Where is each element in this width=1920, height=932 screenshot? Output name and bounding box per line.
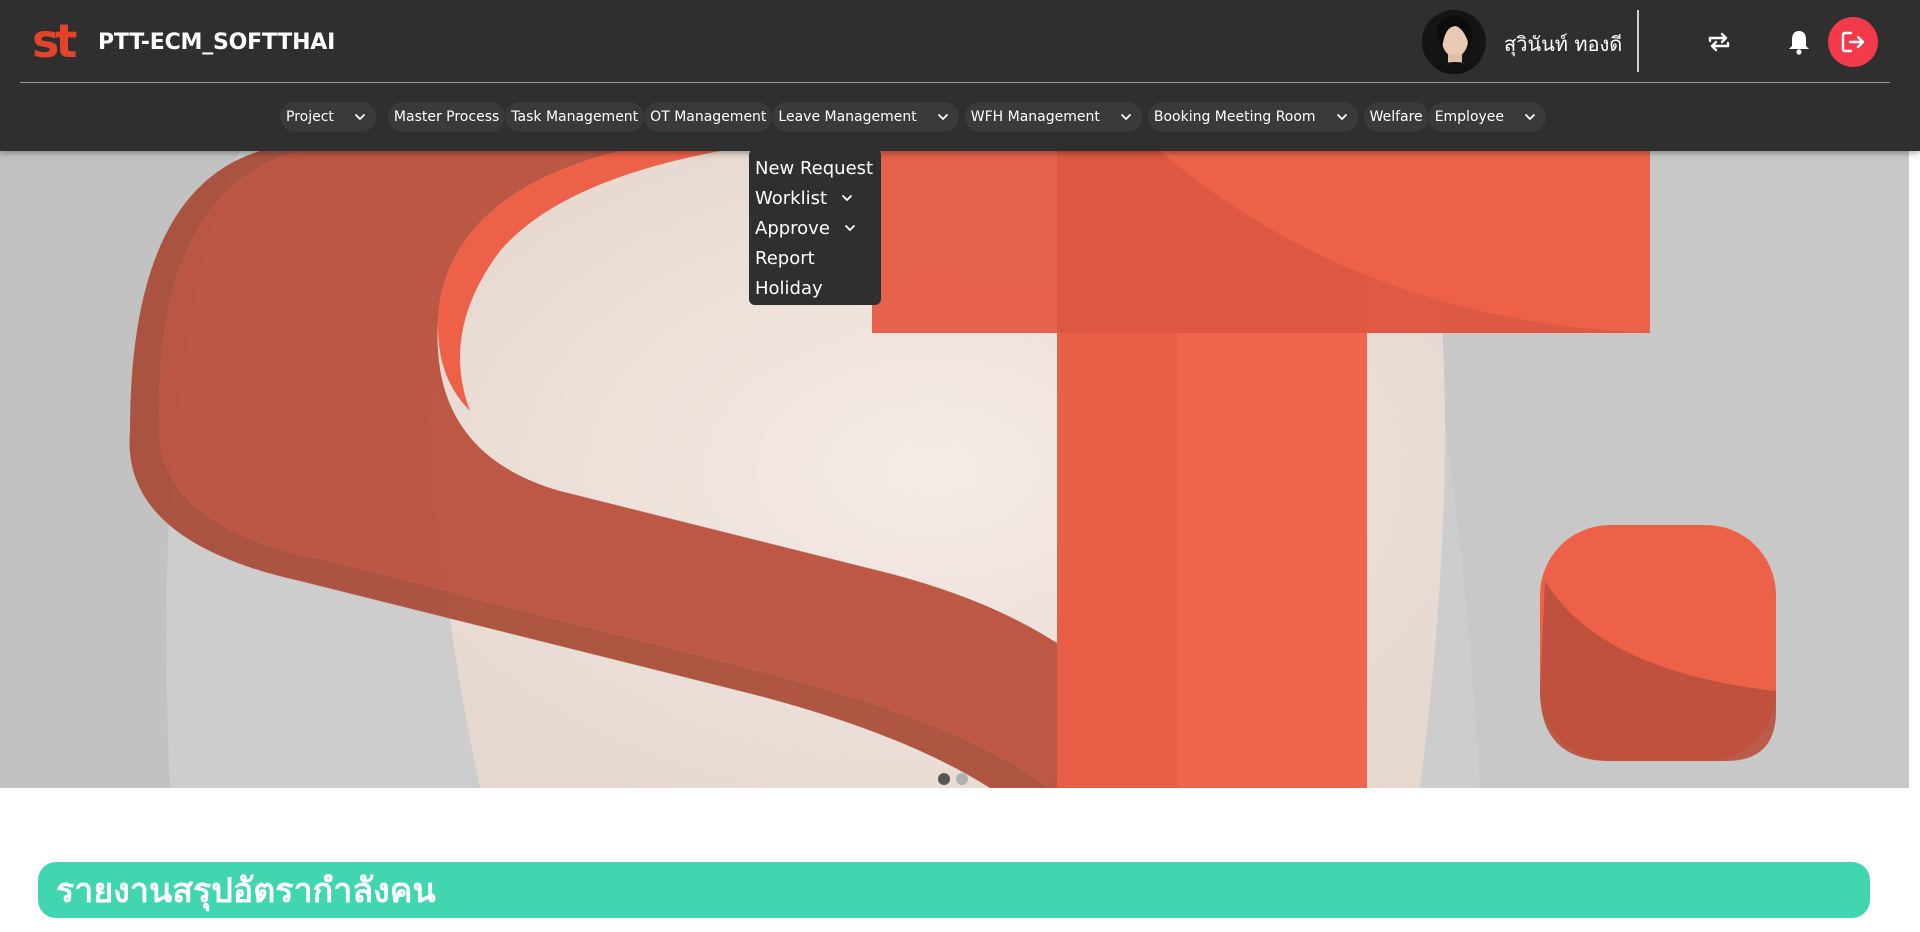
section-title: รายงานสรุปอัตรากำลังคน: [56, 871, 436, 911]
menu-item-label: Holiday: [755, 277, 823, 299]
menu-item-new-request[interactable]: New Request: [755, 153, 875, 183]
brand[interactable]: st PTT-ECM_SOFTTHAI: [32, 14, 335, 70]
nav-item-label: Welfare: [1369, 109, 1423, 125]
avatar-image: [1422, 10, 1486, 74]
main-nav: Project Master Process Task Management O…: [280, 102, 1547, 132]
menu-item-label: Report: [755, 247, 815, 269]
nav-item-label: Project: [286, 109, 334, 125]
brand-name: PTT-ECM_SOFTTHAI: [98, 29, 336, 55]
menu-item-label: Worklist: [755, 187, 828, 209]
nav-item-ot-management[interactable]: OT Management: [644, 102, 773, 132]
carousel-indicators: [938, 773, 968, 785]
user-name: สุวินันท์ ทองดี: [1504, 32, 1623, 56]
nav-item-wfh-management[interactable]: WFH Management: [964, 102, 1142, 132]
chevron-down-icon: [844, 220, 860, 236]
nav-item-welfare[interactable]: Welfare: [1363, 102, 1429, 132]
nav-item-master-process[interactable]: Master Process: [387, 102, 506, 132]
top-header: st PTT-ECM_SOFTTHAI สุวินันท์ ทองดี Proj…: [0, 0, 1920, 151]
header-separator: [1637, 10, 1639, 72]
brand-logo: st: [32, 19, 80, 65]
nav-item-leave-management[interactable]: Leave Management: [772, 102, 959, 132]
hero-image: [0, 151, 1909, 788]
menu-item-holiday[interactable]: Holiday: [755, 273, 875, 303]
swap-icon[interactable]: [1699, 22, 1739, 62]
header-divider: [20, 82, 1890, 83]
nav-item-employee[interactable]: Employee: [1428, 102, 1547, 132]
nav-item-label: OT Management: [650, 109, 767, 125]
chevron-down-icon: [1332, 107, 1352, 127]
nav-item-label: Master Process: [393, 109, 500, 125]
chevron-down-icon: [933, 107, 953, 127]
nav-item-label: Leave Management: [778, 109, 917, 125]
chevron-down-icon: [1116, 107, 1136, 127]
carousel-dot-active[interactable]: [938, 773, 950, 785]
nav-item-label: Booking Meeting Room: [1153, 109, 1316, 125]
chevron-down-icon: [1520, 107, 1540, 127]
menu-item-label: Approve: [755, 217, 830, 239]
avatar[interactable]: [1422, 10, 1486, 74]
menu-item-label: New Request: [755, 157, 874, 179]
hero-banner[interactable]: [0, 151, 1909, 788]
menu-item-worklist[interactable]: Worklist: [755, 183, 875, 213]
leave-management-dropdown: New Request Worklist Approve Report Holi…: [749, 149, 881, 305]
svg-text:st: st: [32, 19, 76, 65]
nav-item-project[interactable]: Project: [280, 102, 376, 132]
nav-item-label: WFH Management: [970, 109, 1100, 125]
nav-item-task-management[interactable]: Task Management: [505, 102, 645, 132]
nav-item-label: Employee: [1434, 109, 1505, 125]
chevron-down-icon: [350, 107, 370, 127]
user-area: สุวินันท์ ทองดี: [1400, 0, 1920, 82]
logout-icon: [1841, 31, 1865, 53]
logout-button[interactable]: [1828, 17, 1878, 67]
section-title-bar: รายงานสรุปอัตรากำลังคน: [38, 862, 1870, 918]
nav-item-booking-meeting-room[interactable]: Booking Meeting Room: [1147, 102, 1358, 132]
chevron-down-icon: [841, 190, 857, 206]
menu-item-approve[interactable]: Approve: [755, 213, 875, 243]
menu-item-report[interactable]: Report: [755, 243, 875, 273]
bell-icon[interactable]: [1779, 22, 1819, 62]
nav-item-label: Task Management: [511, 109, 639, 125]
carousel-dot[interactable]: [956, 773, 968, 785]
